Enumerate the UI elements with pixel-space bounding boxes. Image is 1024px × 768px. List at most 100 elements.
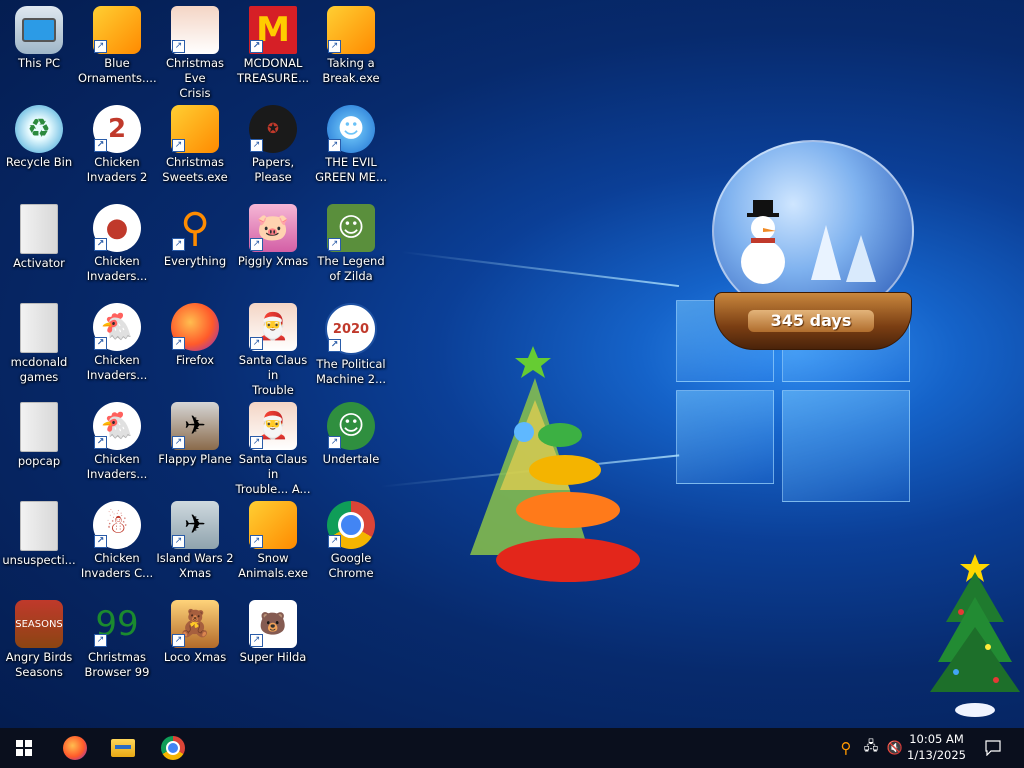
desktop-icon-label: Island Wars 2 Xmas xyxy=(156,551,234,580)
desktop-icon-label: The Political Machine 2... xyxy=(315,357,387,386)
icon-glyph-text: ● xyxy=(105,213,129,243)
desktop-icon[interactable]: unsuspecti... xyxy=(0,497,78,593)
desktop-icon[interactable]: 🧸 ↗ Loco Xmas xyxy=(156,596,234,692)
desktop-icon[interactable]: 🎅 ↗ Santa Claus in Trouble... A... xyxy=(234,398,312,496)
desktop-icon-label: Christmas Eve Crisis xyxy=(166,56,224,100)
desktop-icon[interactable]: ✪ ↗ Papers, Please xyxy=(234,101,312,197)
desktop-icon[interactable]: ↗ Firefox xyxy=(156,299,234,395)
desktop-icon[interactable]: SEASONS Angry Birds Seasons xyxy=(0,596,78,692)
desktop-icon[interactable]: ✈ ↗ Flappy Plane xyxy=(156,398,234,494)
folder-icon xyxy=(20,204,58,254)
desktop-icon[interactable]: 🐻 ↗ Super Hilda xyxy=(234,596,312,692)
angry-birds-icon: SEASONS xyxy=(15,600,63,648)
shortcut-arrow-icon: ↗ xyxy=(172,238,185,251)
firefox-icon xyxy=(63,736,87,760)
wallpaper-light-beam xyxy=(400,250,680,288)
desktop-icon[interactable]: ✈ ↗ Island Wars 2 Xmas xyxy=(156,497,234,593)
desktop-icon[interactable]: ↗ Blue Ornaments.... xyxy=(78,2,157,98)
desktop-icon[interactable]: ↗ Snow Animals.exe xyxy=(234,497,312,593)
icon-glyph-text: ✪ xyxy=(267,121,279,137)
shortcut-arrow-icon: ↗ xyxy=(172,436,185,449)
desktop-icon[interactable]: 🐔 ↗ Chicken Invaders... xyxy=(78,398,156,494)
firefox-icon: ↗ xyxy=(171,303,219,351)
snow-globe-countdown-widget[interactable]: 345 days xyxy=(710,140,914,354)
desktop-icon-label: MCDONAL TREASURE... xyxy=(236,56,310,85)
icon-glyph-text: ♻ xyxy=(27,114,51,144)
desktop-icon-label: Chicken Invaders... xyxy=(86,353,148,382)
shortcut-arrow-icon: ↗ xyxy=(94,238,107,251)
desktop-icon[interactable]: 2 ↗ Chicken Invaders 2 xyxy=(78,101,156,197)
desktop-icon[interactable]: Activator xyxy=(0,200,78,296)
icon-glyph-text: 2 xyxy=(107,114,127,144)
desktop-icon[interactable]: M ↗ MCDONAL TREASURE... xyxy=(234,2,312,98)
shortcut-arrow-icon: ↗ xyxy=(172,337,185,350)
desktop-icon[interactable]: 🎅 ↗ Santa Claus in Trouble xyxy=(234,299,312,397)
desktop-icon[interactable]: ☺ ↗ Undertale xyxy=(312,398,390,494)
clock[interactable]: 10:05 AM 1/13/2025 xyxy=(907,731,966,763)
desktop-icon[interactable]: 🐷 ↗ Piggly Xmas xyxy=(234,200,312,296)
file-explorer-taskbar-button[interactable] xyxy=(100,728,146,768)
days-counter: 345 days xyxy=(748,310,874,332)
shortcut-arrow-icon: ↗ xyxy=(94,139,107,152)
desktop-icon[interactable]: 2020 ↗ The Political Machine 2... xyxy=(312,299,390,395)
flappy-plane-icon: ✈ ↗ xyxy=(171,402,219,450)
desktop-icon[interactable]: ☃ ↗ Chicken Invaders C... xyxy=(78,497,156,593)
xmas-tree-icon: 99 ↗ xyxy=(93,600,141,648)
desktop-icon[interactable]: This PC xyxy=(0,2,78,98)
folder-icon xyxy=(20,402,58,452)
desktop-icon-label: Blue Ornaments.... xyxy=(78,56,157,85)
mcdonalds-icon: M ↗ xyxy=(249,6,297,54)
folder-icon xyxy=(20,303,58,353)
icon-glyph-text: ☺ xyxy=(337,411,365,441)
desktop-icon[interactable]: popcap xyxy=(0,398,78,494)
desktop-icon[interactable]: ⚲ ↗ Everything xyxy=(156,200,234,296)
clock-time: 10:05 AM xyxy=(909,732,964,746)
desktop-icon[interactable]: 99 ↗ Christmas Browser 99 xyxy=(78,596,156,692)
desktop-icon[interactable]: 🐔 ↗ Chicken Invaders... xyxy=(78,299,156,395)
shortcut-arrow-icon: ↗ xyxy=(328,436,341,449)
shortcut-arrow-icon: ↗ xyxy=(94,535,107,548)
chicken-icon: 🐔 ↗ xyxy=(93,402,141,450)
desktop-icon-label: Recycle Bin xyxy=(5,155,73,169)
chrome-taskbar-button[interactable] xyxy=(150,728,196,768)
shortcut-arrow-icon: ↗ xyxy=(172,535,185,548)
icon-glyph-text: ☃ xyxy=(105,510,129,540)
desktop-icon-label: Chicken Invaders... xyxy=(86,452,148,481)
chicken-icon: ☃ ↗ xyxy=(93,501,141,549)
chrome-icon: ↗ xyxy=(327,501,375,549)
desktop-icon-label: Flappy Plane xyxy=(158,452,232,466)
desktop-icon[interactable]: ♻ Recycle Bin xyxy=(0,101,78,197)
desktop-icon[interactable]: ↗ Google Chrome xyxy=(312,497,390,593)
desktop-icon-label: unsuspecti... xyxy=(2,553,76,567)
snowman-icon xyxy=(741,200,785,284)
desktop-icon[interactable]: mcdonald games xyxy=(0,299,78,395)
icon-glyph-text: ✈ xyxy=(184,510,206,540)
desktop-icon-label: Piggly Xmas xyxy=(237,254,309,268)
desktop-icon-label: Santa Claus in Trouble xyxy=(238,353,308,397)
desktop-icon[interactable]: ● ↗ Chicken Invaders... xyxy=(78,200,156,296)
puzzle-icon: ↗ xyxy=(327,6,375,54)
desktop-icon[interactable]: ☺ ↗ The Legend of Zilda xyxy=(312,200,390,296)
spiral-christmas-tree-decoration xyxy=(470,346,640,582)
desktop-icon-label: Snow Animals.exe xyxy=(238,551,308,580)
chrome-icon xyxy=(161,736,185,760)
start-button[interactable] xyxy=(0,728,48,768)
notification-icon xyxy=(985,740,1001,756)
shortcut-arrow-icon: ↗ xyxy=(328,238,341,251)
network-icon[interactable]: 🖧 xyxy=(860,728,882,768)
desktop-icon-label: Loco Xmas xyxy=(163,650,227,664)
icon-glyph-text: ☺ xyxy=(337,213,365,243)
firefox-taskbar-button[interactable] xyxy=(52,728,98,768)
desktop-icon-label: Chicken Invaders... xyxy=(86,254,148,283)
search-tray-icon[interactable]: ⚲ xyxy=(836,728,856,768)
desktop-icon[interactable]: ☻ ↗ THE EVIL GREEN ME... xyxy=(312,101,390,197)
volume-muted-icon[interactable]: 🔇 xyxy=(884,728,906,768)
desktop-icon[interactable]: ↗ Christmas Eve Crisis xyxy=(156,2,234,100)
notification-center-button[interactable] xyxy=(978,728,1008,768)
desktop-icon[interactable]: ↗ Taking a Break.exe xyxy=(312,2,390,98)
puzzle-icon: ↗ xyxy=(93,6,141,54)
desktop-icon[interactable]: ↗ Christmas Sweets.exe xyxy=(156,101,234,197)
desktop-icon-label: popcap xyxy=(17,454,61,468)
pig-icon: 🐷 ↗ xyxy=(249,204,297,252)
desktop-icon-label: Christmas Sweets.exe xyxy=(162,155,228,184)
